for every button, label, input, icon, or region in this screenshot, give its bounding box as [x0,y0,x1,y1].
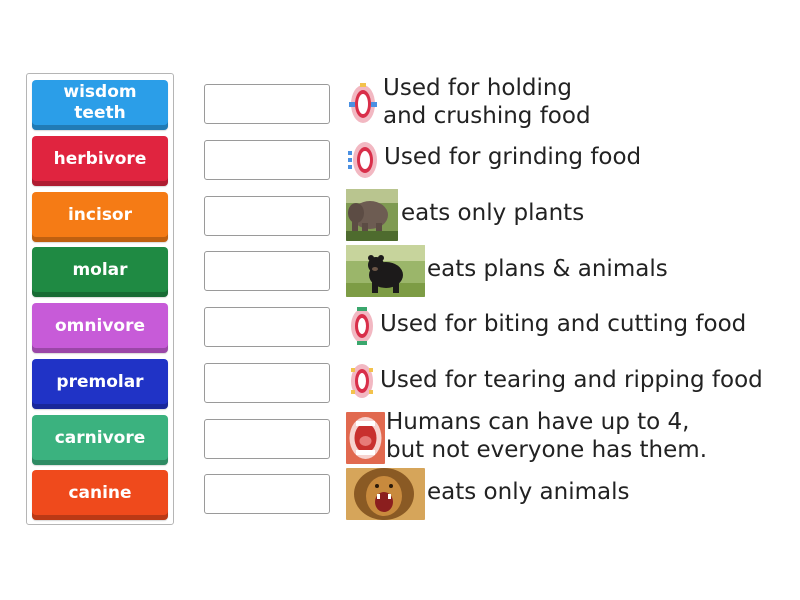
teeth-diagram-icon [346,138,380,182]
clue-text: Used for grinding food [384,144,642,170]
lion-photo [346,468,425,520]
clue-text: eats only animals [427,479,630,505]
drop-slot[interactable] [204,196,330,236]
drop-slot[interactable] [204,140,330,180]
drop-slot[interactable] [204,363,330,403]
clue-text: Used for holding and crushing food [383,74,591,130]
elephant-photo [346,189,398,241]
tile-omnivore[interactable]: omnivore [32,303,168,353]
drop-slot[interactable] [204,251,330,291]
open-mouth-photo [346,412,385,464]
clue-text: Used for tearing and ripping food [380,367,763,393]
tile-molar[interactable]: molar [32,247,168,297]
tile-label: herbivore [53,148,147,169]
tile-herbivore[interactable]: herbivore [32,136,168,186]
drop-slot[interactable] [204,419,330,459]
clue-text: eats only plants [401,200,585,226]
tile-label: carnivore [54,427,146,448]
tile-carnivore[interactable]: carnivore [32,415,168,465]
tile-label: incisor [67,204,132,225]
tile-incisor[interactable]: incisor [32,192,168,242]
teeth-diagram-icon [348,358,376,404]
clue-text-line: but not everyone has them. [386,437,708,463]
drop-slot[interactable] [204,307,330,347]
teeth-diagram-icon [348,302,376,348]
tile-label: premolar [56,371,144,392]
clue-text: eats plans & animals [427,256,668,282]
bear-photo [346,245,425,297]
tile-label: molar [72,259,128,280]
clue-text-line: Humans can have up to 4, [386,409,690,435]
clue-text: Used for biting and cutting food [380,311,747,337]
tile-canine[interactable]: canine [32,470,168,520]
clue-text-line: Used for holding [383,75,573,101]
matching-activity: wisdom teeth herbivore incisor molar omn… [0,0,800,600]
clue-text-line: and crushing food [383,103,591,129]
clue-text: Humans can have up to 4, but not everyon… [386,408,707,464]
tile-label: wisdom teeth [63,82,137,123]
tile-wisdom-teeth[interactable]: wisdom teeth [32,80,168,130]
drop-slot[interactable] [204,84,330,124]
teeth-diagram-icon [346,80,380,128]
tile-label: canine [68,482,132,503]
tile-premolar[interactable]: premolar [32,359,168,409]
tile-label: omnivore [55,315,145,336]
drop-slot[interactable] [204,474,330,514]
